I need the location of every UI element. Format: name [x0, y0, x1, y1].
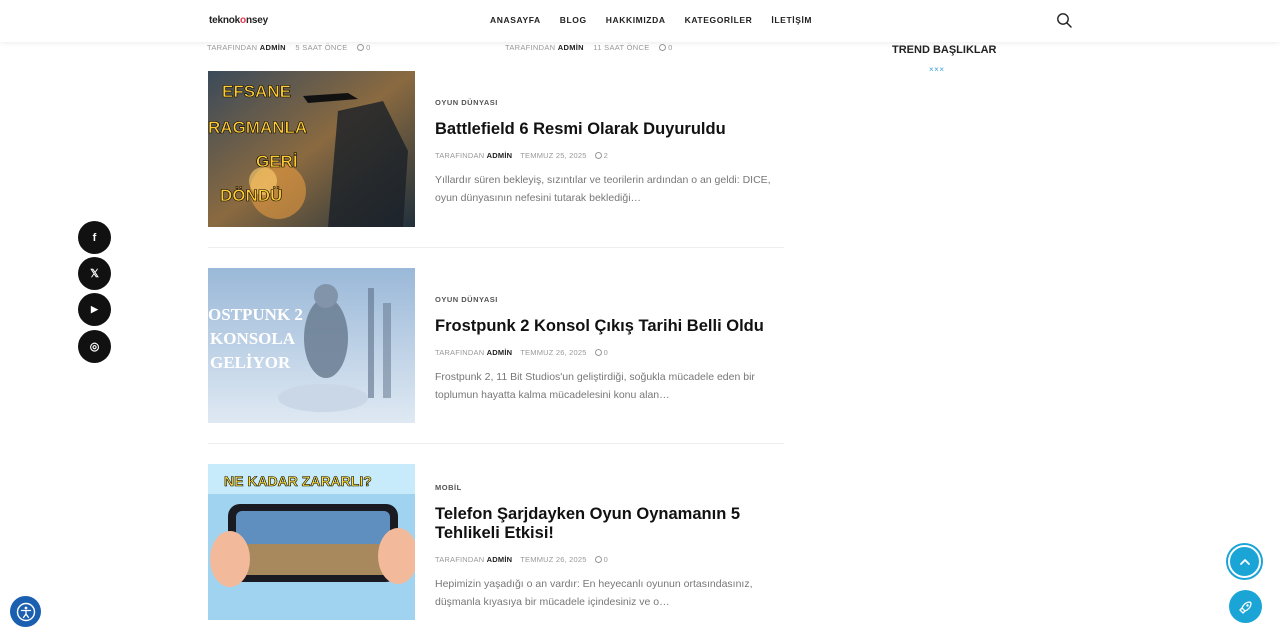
prev-article-meta: TARAFINDAN ADMİN 5 SAAT ÖNCE 0 [207, 43, 371, 52]
site-logo[interactable]: teknokonsey [209, 15, 268, 26]
comment-count[interactable]: 0 [604, 555, 608, 564]
article-title[interactable]: Battlefield 6 Resmi Olarak Duyuruldu [435, 120, 785, 139]
article-meta: TARAFINDAN ADMİN TEMMUZ 25, 2025 2 [435, 151, 608, 160]
instagram-icon: ◎ [89, 341, 100, 353]
svg-text:NE KADAR ZARARLI?: NE KADAR ZARARLI? [224, 473, 372, 489]
article-excerpt: Yıllardır süren bekleyiş, sızıntılar ve … [435, 174, 771, 204]
svg-text:RAGMANLA: RAGMANLA [208, 118, 307, 137]
comment-count[interactable]: 2 [604, 151, 608, 160]
instagram-button[interactable]: ◎ [78, 330, 111, 363]
svg-text:EFSANE: EFSANE [222, 82, 291, 101]
accessibility-button[interactable] [10, 596, 41, 627]
facebook-button[interactable]: f [78, 221, 111, 254]
trend-divider-mark: ××× [929, 65, 945, 74]
article-thumbnail[interactable]: NE KADAR ZARARLI? [208, 464, 415, 620]
svg-text:GELİYOR: GELİYOR [210, 353, 291, 372]
scroll-to-top-button[interactable] [1228, 545, 1261, 578]
nav-item-about[interactable]: HAKKIMIZDA [606, 15, 666, 25]
article-card: OSTPUNK 2 KONSOLA GELİYOR OYUN DÜNYASI F… [208, 268, 784, 423]
site-header: teknokonsey ANASAYFA BLOG HAKKIMIZDA KAT… [0, 0, 1280, 42]
author-link[interactable]: ADMİN [260, 43, 286, 52]
article-title[interactable]: Telefon Şarjdayken Oyun Oynamanın 5 Tehl… [435, 505, 785, 543]
facebook-icon: f [92, 231, 97, 244]
main-nav: ANASAYFA BLOG HAKKIMIZDA KATEGORİLER İLE… [490, 15, 831, 25]
divider [208, 443, 784, 444]
svg-text:KONSOLA: KONSOLA [210, 329, 296, 348]
author-link[interactable]: ADMİN [487, 348, 513, 357]
article-excerpt: Frostpunk 2, 11 Bit Studios'un geliştird… [435, 371, 755, 401]
comment-icon [594, 152, 602, 159]
article-category[interactable]: MOBİL [435, 483, 785, 492]
youtube-button[interactable]: ▶ [78, 293, 111, 326]
article-meta: TARAFINDAN ADMİN TEMMUZ 26, 2025 0 [435, 555, 608, 564]
svg-text:OSTPUNK 2: OSTPUNK 2 [208, 305, 303, 324]
article-meta: TARAFINDAN ADMİN TEMMUZ 26, 2025 0 [435, 348, 608, 357]
boost-button[interactable] [1229, 590, 1262, 623]
article-card: NE KADAR ZARARLI? MOBİL Telefon Şarjdayk… [208, 464, 784, 620]
svg-text:DÖNDÜ: DÖNDÜ [220, 186, 282, 205]
divider [208, 247, 784, 248]
comment-icon [594, 556, 602, 563]
article-date: TEMMUZ 25, 2025 [520, 151, 587, 160]
trend-heading: TREND BAŞLIKLAR [892, 44, 997, 56]
x-icon: 𝕏 [90, 268, 99, 280]
comment-icon [357, 44, 365, 51]
x-twitter-button[interactable]: 𝕏 [78, 257, 111, 290]
nav-item-blog[interactable]: BLOG [560, 15, 587, 25]
svg-text:GERİ: GERİ [256, 152, 298, 171]
article-category[interactable]: OYUN DÜNYASI [435, 295, 785, 304]
nav-item-home[interactable]: ANASAYFA [490, 15, 541, 25]
nav-item-contact[interactable]: İLETİŞİM [771, 15, 812, 25]
article-date: TEMMUZ 26, 2025 [520, 348, 587, 357]
comment-icon [659, 44, 667, 51]
author-link[interactable]: ADMİN [558, 43, 584, 52]
article-card: EFSANE RAGMANLA GERİ DÖNDÜ OYUN DÜNYASI … [208, 71, 784, 227]
author-link[interactable]: ADMİN [487, 151, 513, 160]
comment-count[interactable]: 0 [604, 348, 608, 357]
youtube-icon: ▶ [91, 304, 98, 314]
article-thumbnail[interactable]: EFSANE RAGMANLA GERİ DÖNDÜ [208, 71, 415, 227]
article-thumbnail[interactable]: OSTPUNK 2 KONSOLA GELİYOR [208, 268, 415, 424]
article-date: TEMMUZ 26, 2025 [520, 555, 587, 564]
nav-item-categories[interactable]: KATEGORİLER [685, 15, 753, 25]
chevron-up-icon [1239, 558, 1250, 565]
rocket-icon [1238, 600, 1252, 614]
article-excerpt: Hepimizin yaşadığı o an vardır: En heyec… [435, 578, 753, 608]
article-category[interactable]: OYUN DÜNYASI [435, 98, 785, 107]
accessibility-icon [16, 602, 35, 621]
comment-icon [594, 349, 602, 356]
author-link[interactable]: ADMİN [487, 555, 513, 564]
search-icon[interactable] [1056, 12, 1072, 28]
prev-article-meta: TARAFINDAN ADMİN 11 SAAT ÖNCE 0 [505, 43, 673, 52]
article-title[interactable]: Frostpunk 2 Konsol Çıkış Tarihi Belli Ol… [435, 317, 785, 336]
